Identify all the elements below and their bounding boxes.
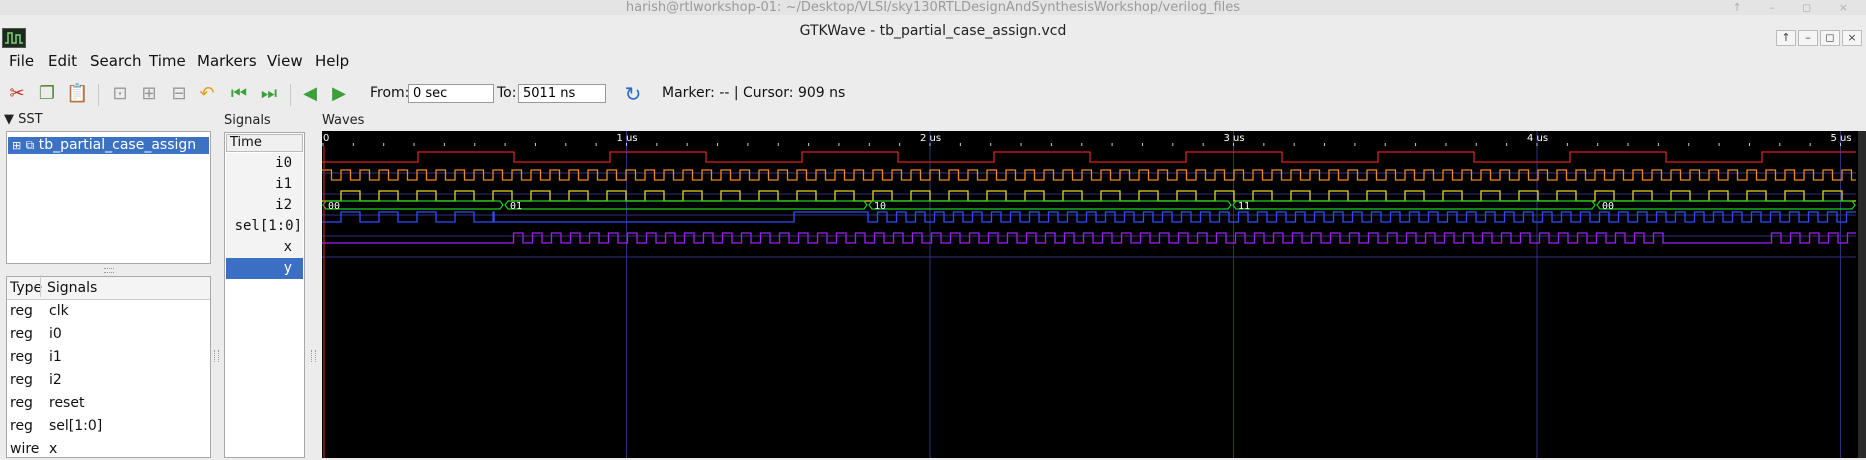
tick-label: 5 us: [1831, 133, 1852, 144]
signals-list-header: Type Signals: [7, 275, 210, 300]
zoom-start-icon[interactable]: ⏮: [229, 84, 249, 104]
vertical-scrollbar[interactable]: [1858, 131, 1866, 458]
signal-type: reg: [10, 349, 33, 365]
next-edge-icon[interactable]: ▶: [329, 84, 349, 104]
from-input[interactable]: [408, 84, 494, 103]
signal-type: reg: [10, 395, 33, 411]
copy-icon[interactable]: ❐: [37, 84, 57, 104]
signal-row[interactable]: reg i2: [10, 369, 210, 391]
column-divider: [40, 275, 41, 297]
sst-header[interactable]: ▼ SST: [4, 112, 43, 127]
pane-splitter[interactable]: [104, 268, 114, 273]
restore-icon[interactable]: ◻: [1820, 30, 1840, 46]
zoom-in-icon[interactable]: ⊞: [139, 84, 159, 104]
wave-signal-i1[interactable]: i1: [228, 174, 304, 195]
minimize-icon[interactable]: –: [1798, 30, 1818, 46]
waveform-canvas[interactable]: 0 1 us 2 us 3 us 4 us 5 us 00 01 10 11 00: [322, 131, 1866, 458]
close-icon[interactable]: ×: [1842, 30, 1862, 46]
sel-value-label: 01: [510, 201, 522, 212]
wave-signal-i2[interactable]: i2: [228, 195, 304, 216]
signal-row[interactable]: reg i1: [10, 346, 210, 368]
signal-name: reset: [49, 395, 85, 411]
toolbar-separator: [290, 84, 291, 106]
window-title: GTKWave - tb_partial_case_assign.vcd: [799, 23, 1067, 39]
menu-help[interactable]: Help: [315, 52, 349, 70]
signal-type: reg: [10, 326, 33, 342]
signal-name: sel[1:0]: [49, 418, 103, 434]
menu-view[interactable]: View: [267, 52, 303, 70]
time-row: Time: [226, 134, 303, 152]
sst-item-label: tb_partial_case_assign: [38, 137, 197, 153]
to-input[interactable]: [518, 84, 606, 103]
outer-window-title: harish@rtlworkshop-01: ~/Desktop/VLSI/sk…: [0, 0, 1866, 15]
sst-header-label: SST: [18, 112, 43, 127]
signal-row[interactable]: reg clk: [10, 300, 210, 322]
pane-splitter[interactable]: [311, 350, 316, 362]
sel-value-label: 11: [1238, 201, 1250, 212]
waves-header: Waves: [322, 113, 365, 128]
wave-signal-x[interactable]: x: [228, 237, 304, 258]
module-icon: ⧉: [25, 138, 35, 152]
wave-signal-i0[interactable]: i0: [228, 153, 304, 174]
sel-value-label: 00: [328, 201, 340, 212]
tick-label: 4 us: [1527, 133, 1548, 144]
signal-row[interactable]: reg sel[1:0]: [10, 415, 210, 437]
paste-icon[interactable]: 📋: [66, 84, 88, 104]
signal-name: i0: [49, 326, 62, 342]
cut-icon[interactable]: ✂: [7, 84, 27, 104]
timeline-ruler[interactable]: [322, 131, 1866, 146]
col-signals[interactable]: Signals: [47, 280, 97, 296]
menu-search[interactable]: Search: [90, 52, 142, 70]
time-label: Time: [230, 135, 262, 150]
menu-bar: File Edit Search Time Markers View Help: [0, 48, 1866, 74]
signal-row[interactable]: reg i0: [10, 323, 210, 345]
col-type[interactable]: Type: [10, 280, 42, 296]
toolbar-separator: [98, 84, 99, 106]
signal-name: x: [49, 441, 58, 457]
tick-label: 2 us: [920, 133, 941, 144]
pane-splitter[interactable]: [214, 350, 219, 362]
zoom-fit-icon[interactable]: ⊡: [110, 84, 130, 104]
zoom-end-icon[interactable]: ⏭: [259, 84, 279, 104]
signals-header: Signals: [224, 113, 271, 128]
tick-label: 0: [323, 133, 329, 144]
marker-cursor-status: Marker: -- | Cursor: 909 ns: [662, 85, 846, 101]
outer-window-controls[interactable]: ↑ – ◻ ×: [1732, 0, 1860, 15]
menu-file[interactable]: File: [9, 52, 34, 70]
tick-label: 1 us: [617, 133, 638, 144]
sel-value-label: 00: [1602, 201, 1614, 212]
wave-signal-sel[interactable]: sel[1:0]: [228, 216, 304, 237]
window-controls: ↑ – ◻ ×: [1774, 29, 1862, 46]
toolbar: ✂ ❐ 📋 ⊡ ⊞ ⊟ ↶ ⏮ ⏭ ◀ ▶ From: To: ↻ Marker…: [0, 76, 1866, 110]
signal-name: i2: [49, 372, 62, 388]
zoom-out-icon[interactable]: ⊟: [169, 84, 189, 104]
menu-time[interactable]: Time: [149, 52, 186, 70]
signal-row[interactable]: wire x: [10, 438, 210, 460]
signal-name: i1: [49, 349, 62, 365]
menu-markers[interactable]: Markers: [197, 52, 257, 70]
sel-value-label: 10: [874, 201, 886, 212]
prev-edge-icon[interactable]: ◀: [300, 84, 320, 104]
reload-icon[interactable]: ↻: [623, 84, 643, 104]
sst-tree-item[interactable]: ⊞ ⧉ tb_partial_case_assign: [8, 137, 209, 154]
from-label: From:: [370, 85, 410, 101]
undo-zoom-icon[interactable]: ↶: [197, 84, 217, 104]
to-label: To:: [497, 85, 517, 101]
signal-type: reg: [10, 303, 33, 319]
signal-type: wire: [10, 441, 40, 457]
maximize-icon[interactable]: ↑: [1776, 30, 1796, 46]
signal-row[interactable]: reg reset: [10, 392, 210, 414]
signal-name: clk: [49, 303, 69, 319]
tick-label: 3 us: [1224, 133, 1245, 144]
menu-edit[interactable]: Edit: [48, 52, 77, 70]
expander-icon[interactable]: ⊞: [12, 139, 21, 152]
signal-type: reg: [10, 372, 33, 388]
signal-type: reg: [10, 418, 33, 434]
wave-signal-y[interactable]: y: [228, 258, 304, 279]
